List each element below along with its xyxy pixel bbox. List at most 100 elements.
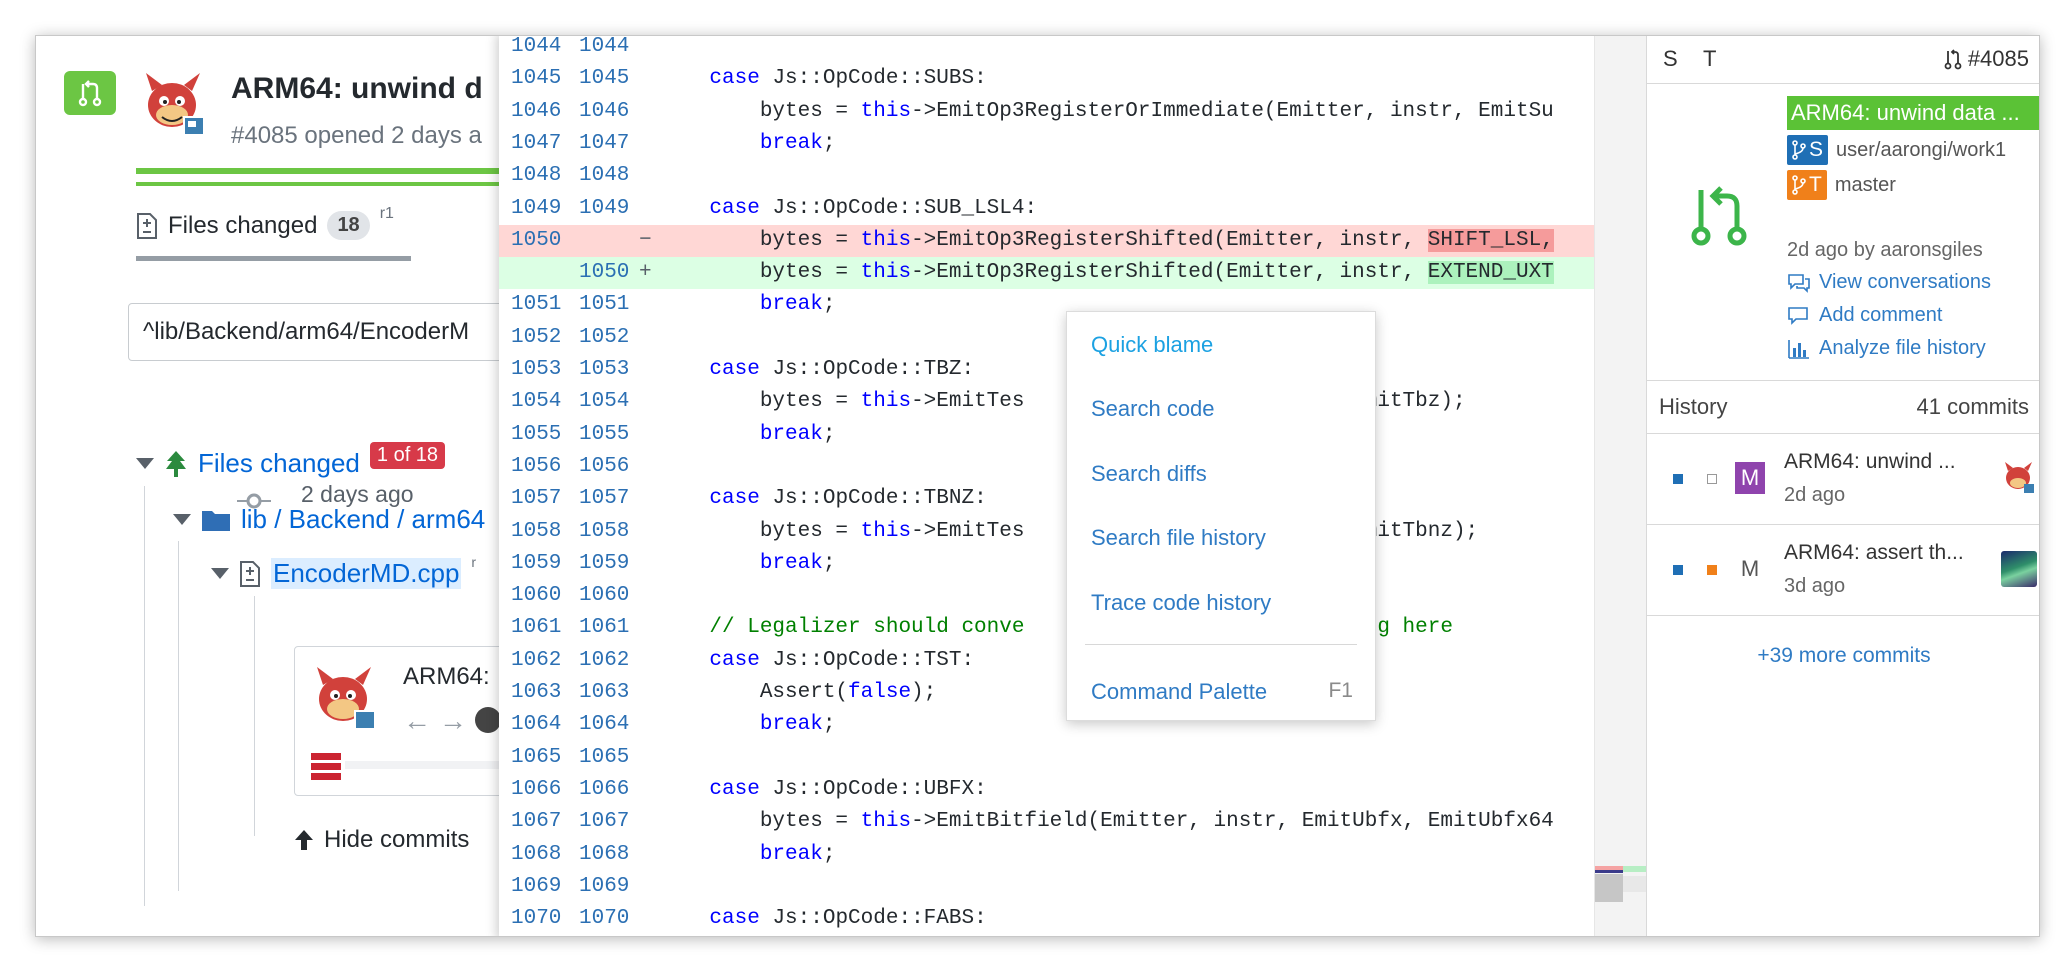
- minimap-viewport[interactable]: [1595, 874, 1623, 902]
- diff-line[interactable]: 1061 1061 // Legalizer should conve getti…: [499, 612, 1594, 644]
- diff-line[interactable]: 1051 1051 break;: [499, 289, 1594, 321]
- diff-line[interactable]: 1064 1064 break;: [499, 709, 1594, 741]
- new-line-number: 1045: [579, 67, 630, 91]
- diff-line[interactable]: 10541054 bytes = this->EmitTes tr, EmitT…: [499, 386, 1594, 418]
- diff-line[interactable]: 1048 1048: [499, 160, 1594, 192]
- code-text: case Js::OpCode::TBNZ:: [659, 483, 986, 515]
- source-branch[interactable]: S user/aarongi/work1: [1787, 135, 2006, 165]
- history-commit-row[interactable]: M ARM64: assert th... 3d ago: [1647, 525, 2039, 615]
- tree-folder-label: lib / Backend / arm64: [241, 504, 486, 534]
- commit-card[interactable]: ARM64: ← →: [294, 646, 506, 796]
- tree-file[interactable]: EncoderMD.cpp r: [211, 554, 476, 589]
- diff-line-deleted[interactable]: 1050 − bytes = this->EmitOp3RegisterShift…: [499, 224, 1594, 257]
- diff-line[interactable]: 1071 1071 bytes = this->EmitOp2FpRegister…: [499, 935, 1594, 936]
- command-palette-shortcut: F1: [1328, 679, 1353, 702]
- menu-item-search-diffs[interactable]: Search diffs: [1091, 461, 1207, 487]
- diff-line[interactable]: 1062 1062 case Js::OpCode::TST:: [499, 645, 1594, 677]
- chevron-down-icon: [173, 514, 191, 525]
- old-line-number: 1044: [511, 35, 562, 58]
- diff-line[interactable]: 1053 1053 case Js::OpCode::TBZ:: [499, 354, 1594, 386]
- diff-line[interactable]: 1066 1066 case Js::OpCode::UBFX:: [499, 774, 1594, 806]
- menu-item-search-code[interactable]: Search code: [1091, 396, 1215, 422]
- code-token: Assert(: [659, 681, 849, 704]
- diff-line[interactable]: 1052 1052: [499, 322, 1594, 354]
- diff-line[interactable]: 1059 1059 break;: [499, 548, 1594, 580]
- pr-number-link[interactable]: #4085: [1944, 46, 2029, 72]
- tree-root-files-changed[interactable]: Files changed 1 of 18: [136, 442, 446, 479]
- new-line-number: 1070: [579, 907, 630, 931]
- new-line-number: 1046: [579, 99, 630, 123]
- new-line-number: 1055: [579, 422, 630, 446]
- tree-folder[interactable]: lib / Backend / arm64: [173, 504, 485, 535]
- diff-line[interactable]: 1047 1047 break;: [499, 128, 1594, 160]
- diff-line[interactable]: 10581058 bytes = this->EmitTes tr, EmitT…: [499, 516, 1594, 548]
- code-token: Js::OpCode::FABS:: [759, 907, 987, 931]
- diff-line-added[interactable]: 1050 + bytes = this->EmitOp3RegisterShift…: [499, 257, 1594, 290]
- diff-line[interactable]: 1056 1056: [499, 451, 1594, 483]
- arrow-right-icon[interactable]: →: [439, 705, 467, 737]
- revision-marker: r1: [379, 204, 394, 222]
- tab-source[interactable]: S: [1663, 46, 1678, 72]
- diff-line[interactable]: 1070 1070 case Js::OpCode::FABS:: [499, 903, 1594, 935]
- diff-line[interactable]: 1069 1069: [499, 871, 1594, 903]
- code-token: case: [709, 67, 760, 91]
- diff-line[interactable]: 1067 1067 bytes = this->EmitBitfield(Emit…: [499, 806, 1594, 838]
- menu-item-quick-blame[interactable]: Quick blame: [1091, 332, 1213, 358]
- tab-target[interactable]: T: [1703, 46, 1716, 72]
- diff-line[interactable]: 1046 1046 bytes = this->EmitOp3RegisterOr…: [499, 96, 1594, 128]
- tab-files-changed[interactable]: Files changed 18 r1: [136, 205, 394, 240]
- source-marker-icon: [1673, 474, 1683, 484]
- target-marker-icon: [1707, 474, 1717, 484]
- branch-icon: [1792, 175, 1806, 195]
- commit-message: ARM64: unwind ...: [1784, 450, 1956, 473]
- history-commit-count: 41 commits: [1916, 394, 2029, 419]
- arrow-left-icon[interactable]: ←: [403, 705, 431, 737]
- author-avatar[interactable]: [138, 69, 210, 141]
- menu-item-search-file-history[interactable]: Search file history: [1091, 525, 1266, 551]
- history-commit-row[interactable]: M ARM64: unwind ... 2d ago: [1647, 434, 2039, 524]
- diff-line[interactable]: 1049 1049 case Js::OpCode::SUB_LSL4:: [499, 193, 1594, 225]
- old-line-number: 1069: [511, 874, 562, 898]
- view-conversations-link[interactable]: View conversations: [1787, 271, 1991, 294]
- code-text: bytes = this->EmitOp3RegisterShifted(Emi…: [659, 225, 1554, 257]
- diff-line[interactable]: 1055 1055 break;: [499, 419, 1594, 451]
- code-text: case Js::OpCode::FABS:: [659, 903, 987, 935]
- file-diff-icon: [137, 212, 157, 239]
- tab-underline: [136, 256, 411, 261]
- code-lines: 1044 1044 1045 1045 case Js::OpCode::SUBS: 1…: [499, 35, 1594, 936]
- view-conversations-label: View conversations: [1819, 271, 1991, 293]
- add-comment-link[interactable]: Add comment: [1787, 304, 1942, 327]
- analyze-file-history-link[interactable]: Analyze file history: [1787, 337, 1986, 360]
- diff-line[interactable]: 1065 1065: [499, 742, 1594, 774]
- new-line-number: 1051: [579, 293, 630, 317]
- code-token: bytes =: [659, 390, 861, 414]
- hide-commits-button[interactable]: Hide commits: [294, 826, 469, 854]
- code-token: ->EmitOp3RegisterShifted(Emitter, instr,: [911, 261, 1428, 285]
- code-text: case Js::OpCode::SUBS:: [659, 63, 986, 95]
- tab-files-changed-label: Files changed: [168, 211, 318, 239]
- diff-line[interactable]: 1063 1063 Assert(false);: [499, 677, 1594, 709]
- more-commits-link[interactable]: +39 more commits: [1647, 610, 2039, 668]
- diff-line[interactable]: 1044 1044: [499, 35, 1594, 63]
- diff-line[interactable]: 1060 1060: [499, 580, 1594, 612]
- folder-icon: [202, 510, 230, 531]
- code-text: break;: [659, 709, 836, 741]
- target-branch[interactable]: T master: [1787, 170, 1896, 200]
- diff-line[interactable]: 1045 1045 case Js::OpCode::SUBS:: [499, 63, 1594, 95]
- file-filter-input[interactable]: ^lib/Backend/arm64/EncoderM: [128, 303, 506, 361]
- commit-author-avatar: [2005, 462, 2034, 493]
- diff-minimap[interactable]: [1594, 36, 1647, 936]
- analyze-file-history-label: Analyze file history: [1819, 337, 1986, 359]
- menu-item-trace-code-history[interactable]: Trace code history: [1091, 590, 1271, 616]
- code-token: break: [759, 842, 823, 866]
- old-line-number: 1048: [511, 164, 562, 188]
- diff-line[interactable]: 1068 1068 break;: [499, 839, 1594, 871]
- diff-line[interactable]: 1057 1057 case Js::OpCode::TBNZ:: [499, 483, 1594, 515]
- new-line-number: 1056: [579, 454, 630, 478]
- tree-guide-line: [254, 596, 255, 836]
- code-token: ;: [822, 713, 836, 737]
- code-token: Js::OpCode::TBZ:: [759, 358, 975, 381]
- pr-title-link[interactable]: ARM64: unwind data ...: [1787, 96, 2039, 130]
- menu-item-command-palette[interactable]: Command Palette: [1091, 679, 1267, 705]
